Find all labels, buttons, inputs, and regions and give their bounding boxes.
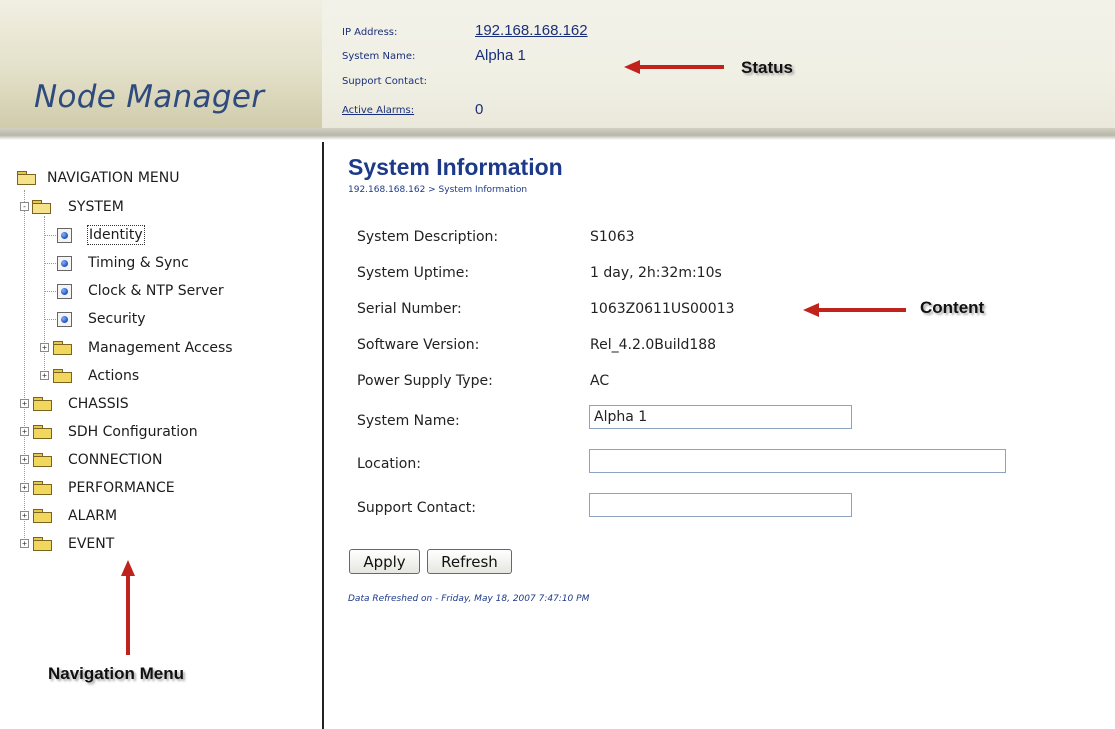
- serial-number-value: 1063Z0611US00013: [590, 301, 735, 317]
- tree-branch: [44, 319, 56, 320]
- tree-line: [24, 190, 25, 546]
- expand-toggle-icon[interactable]: +: [20, 455, 29, 464]
- system-name-input[interactable]: [589, 405, 852, 429]
- breadcrumb: 192.168.168.162 > System Information: [348, 185, 528, 195]
- power-supply-value: AC: [590, 373, 610, 389]
- nav-item-security[interactable]: Security: [88, 309, 146, 329]
- nav-item-actions[interactable]: Actions: [88, 366, 139, 386]
- power-supply-label: Power Supply Type:: [357, 373, 493, 389]
- expand-toggle-icon[interactable]: +: [20, 427, 29, 436]
- status-arrow-icon: [624, 60, 724, 74]
- page-icon: [57, 312, 72, 327]
- folder-icon: [33, 537, 52, 551]
- system-name-value: Alpha 1: [475, 47, 526, 64]
- nav-root-label: NAVIGATION MENU: [47, 170, 180, 186]
- navigation-arrow-icon: [121, 560, 135, 655]
- system-description-value: S1063: [590, 229, 635, 245]
- expand-toggle-icon[interactable]: +: [40, 371, 49, 380]
- nav-item-clock-ntp[interactable]: Clock & NTP Server: [88, 281, 224, 301]
- serial-number-label: Serial Number:: [357, 301, 462, 317]
- folder-icon: [33, 481, 52, 495]
- tree-branch: [44, 263, 56, 264]
- page-icon: [57, 256, 72, 271]
- sidebar-divider: [322, 142, 324, 729]
- folder-open-icon: [17, 171, 36, 185]
- expand-toggle-icon[interactable]: +: [20, 539, 29, 548]
- data-refreshed-timestamp: Data Refreshed on - Friday, May 18, 2007…: [348, 594, 590, 604]
- folder-icon: [33, 453, 52, 467]
- content-arrow-icon: [803, 303, 906, 317]
- support-contact-label: Support Contact:: [342, 76, 427, 87]
- status-header: Node Manager IP Address: 192.168.168.162…: [0, 0, 1115, 138]
- system-name-field-label: System Name:: [357, 413, 460, 429]
- support-contact-field-label: Support Contact:: [357, 500, 476, 516]
- nav-item-alarm[interactable]: ALARM: [68, 506, 117, 526]
- software-version-value: Rel_4.2.0Build188: [590, 337, 717, 353]
- navigation-annotation: Navigation Menu: [48, 664, 185, 683]
- location-input[interactable]: [589, 449, 1006, 473]
- logo-block: Node Manager: [0, 0, 322, 130]
- folder-icon: [53, 369, 72, 383]
- content-annotation: Content: [920, 298, 985, 317]
- expand-toggle-icon[interactable]: +: [20, 511, 29, 520]
- expand-toggle-icon[interactable]: +: [40, 343, 49, 352]
- active-alarms-count: 0: [475, 101, 484, 118]
- nav-item-performance[interactable]: PERFORMANCE: [68, 478, 175, 498]
- nav-item-system[interactable]: SYSTEM: [68, 197, 124, 217]
- folder-icon: [53, 341, 72, 355]
- expand-toggle-icon[interactable]: +: [20, 399, 29, 408]
- folder-icon: [33, 425, 52, 439]
- nav-item-identity[interactable]: Identity: [87, 225, 145, 245]
- folder-icon: [33, 509, 52, 523]
- header-divider: [0, 128, 1115, 140]
- tree-line: [44, 216, 45, 376]
- collapse-toggle-icon[interactable]: -: [20, 202, 29, 211]
- refresh-button[interactable]: Refresh: [427, 549, 512, 574]
- folder-open-icon: [32, 200, 51, 214]
- folder-icon: [33, 397, 52, 411]
- support-contact-input[interactable]: [589, 493, 852, 517]
- nav-item-event[interactable]: EVENT: [68, 534, 114, 554]
- nav-item-sdh-configuration[interactable]: SDH Configuration: [68, 422, 198, 442]
- ip-address-link[interactable]: 192.168.168.162: [475, 22, 588, 39]
- active-alarms-link[interactable]: Active Alarms:: [342, 105, 414, 116]
- page-title: System Information: [348, 154, 563, 180]
- nav-item-timing-sync[interactable]: Timing & Sync: [88, 253, 189, 273]
- nav-item-chassis[interactable]: CHASSIS: [68, 394, 129, 414]
- page-icon: [57, 228, 72, 243]
- nav-item-management-access[interactable]: Management Access: [88, 338, 233, 358]
- system-description-label: System Description:: [357, 229, 499, 245]
- page-icon: [57, 284, 72, 299]
- tree-branch: [44, 291, 56, 292]
- tree-branch: [44, 235, 56, 236]
- apply-button[interactable]: Apply: [349, 549, 420, 574]
- system-uptime-label: System Uptime:: [357, 265, 470, 281]
- app-logo: Node Manager: [34, 79, 265, 115]
- status-annotation: Status: [741, 58, 793, 77]
- ip-address-label: IP Address:: [342, 27, 398, 38]
- location-label: Location:: [357, 456, 421, 472]
- software-version-label: Software Version:: [357, 337, 480, 353]
- expand-toggle-icon[interactable]: +: [20, 483, 29, 492]
- nav-item-connection[interactable]: CONNECTION: [68, 450, 163, 470]
- system-uptime-value: 1 day, 2h:32m:10s: [590, 265, 722, 281]
- system-name-label: System Name:: [342, 51, 416, 62]
